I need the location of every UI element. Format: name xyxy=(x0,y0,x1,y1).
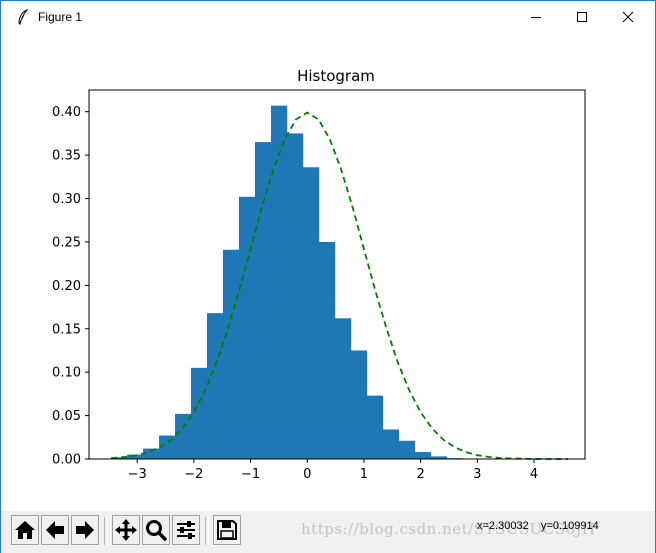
figure-canvas[interactable]: Histogram −3 −2 −1 0 1 2 3 4 0.000.050.100.150.… xyxy=(1,32,655,510)
histogram-bar xyxy=(318,241,336,459)
y-tick-label: 0.10 xyxy=(52,366,81,381)
histogram-bar xyxy=(238,196,256,459)
y-tick-label: 0.40 xyxy=(52,105,81,120)
maximize-button[interactable] xyxy=(559,1,605,32)
feather-icon xyxy=(18,9,29,25)
home-button[interactable] xyxy=(11,515,39,545)
configure-subplots-icon xyxy=(177,521,195,539)
histogram-bar xyxy=(350,350,368,459)
histogram-bars xyxy=(111,105,512,459)
x-tick-label: 2 xyxy=(416,467,424,482)
close-icon xyxy=(622,11,634,22)
toolbar-separator xyxy=(205,517,209,545)
y-tick-label: 0.00 xyxy=(52,453,81,468)
histogram-bar xyxy=(382,429,400,459)
x-tick-label: 1 xyxy=(360,467,368,482)
y-tick-label: 0.05 xyxy=(52,409,81,424)
zoom-icon xyxy=(146,520,167,541)
x-tick-label: −3 xyxy=(128,467,147,482)
chart-title: Histogram xyxy=(297,67,375,85)
title-bar[interactable]: Figure 1 xyxy=(1,1,655,32)
zoom-button[interactable] xyxy=(142,515,170,545)
histogram-bar xyxy=(175,413,192,459)
histogram-bar xyxy=(223,249,240,459)
x-tick-label: −2 xyxy=(184,467,203,482)
forward-arrow-icon xyxy=(76,521,94,539)
histogram-bar xyxy=(286,133,304,459)
x-axis: −3 −2 −1 0 1 2 3 4 xyxy=(128,459,538,482)
forward-button[interactable] xyxy=(71,515,99,545)
x-tick-label: −1 xyxy=(241,467,260,482)
maximize-icon xyxy=(577,11,587,22)
histogram-bar xyxy=(302,167,320,459)
histogram-bar xyxy=(254,142,272,459)
pan-icon xyxy=(115,519,137,541)
histogram-bar xyxy=(191,367,208,459)
toolbar-separator xyxy=(104,517,108,545)
cursor-coordinates: x=2.30032 y=0.109914 xyxy=(477,520,599,532)
histogram-bar xyxy=(270,105,288,459)
back-arrow-icon xyxy=(46,521,64,539)
window-title: Figure 1 xyxy=(38,10,83,24)
y-tick-label: 0.35 xyxy=(52,149,81,164)
configure-subplots-button[interactable] xyxy=(172,515,200,545)
x-tick-label: 4 xyxy=(530,467,538,482)
y-tick-label: 0.15 xyxy=(52,322,81,337)
histogram-bar xyxy=(414,452,432,459)
y-tick-label: 0.20 xyxy=(52,279,81,294)
histogram-bar xyxy=(366,395,384,459)
y-axis: 0.00 0.05 0.10 0.15 0.20 0.25 0.30 0.35 0.40 xyxy=(52,105,89,468)
y-tick-label: 0.25 xyxy=(52,235,81,250)
x-tick-label: 0 xyxy=(303,467,311,482)
home-icon xyxy=(15,521,35,539)
save-icon xyxy=(217,520,237,540)
histogram-bar xyxy=(207,313,224,459)
figure-window: Figure 1 Histogram −3 −2 −1 0 1 2 3 4 0.00 0.05 0… xyxy=(0,0,656,553)
x-tick-label: 3 xyxy=(473,467,481,482)
minimize-icon xyxy=(531,16,541,18)
back-button[interactable] xyxy=(41,515,69,545)
pan-button[interactable] xyxy=(112,515,140,545)
histogram-bar xyxy=(334,318,352,459)
y-tick-label: 0.30 xyxy=(52,192,81,207)
histogram-bar xyxy=(398,440,416,459)
minimize-button[interactable] xyxy=(513,1,559,32)
save-button[interactable] xyxy=(213,515,241,545)
close-button[interactable] xyxy=(605,1,651,32)
